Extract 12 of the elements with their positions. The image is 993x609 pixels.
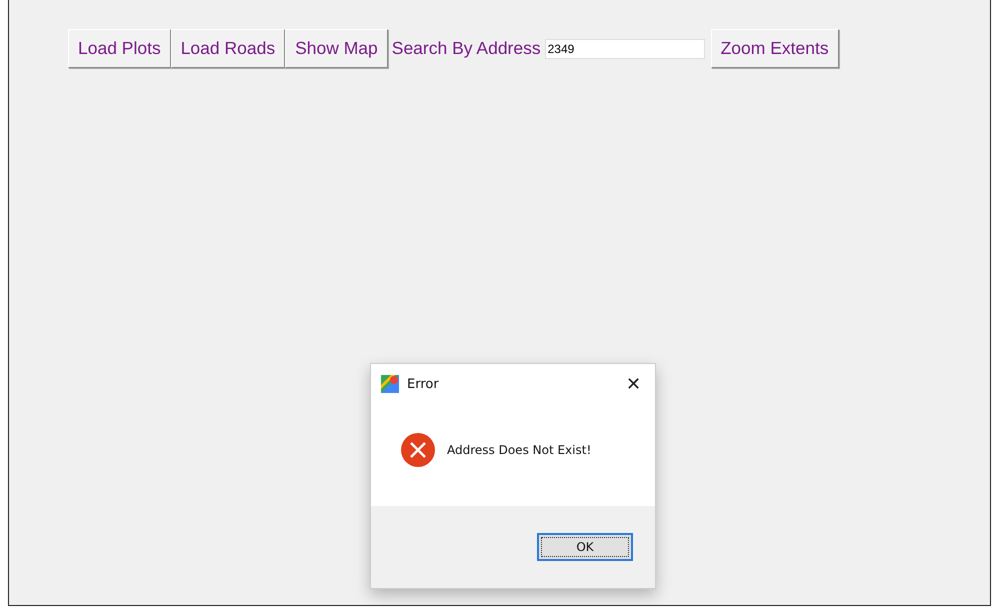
- toolbar-button[interactable]: Load Roads: [170, 29, 286, 68]
- toolbar-button[interactable]: Show Map: [285, 29, 388, 68]
- dialog-title: Error: [407, 376, 440, 392]
- error-icon: [401, 433, 435, 467]
- toolbar-button[interactable]: Load Plots: [68, 29, 171, 68]
- error-message: Address Does Not Exist!: [447, 443, 592, 457]
- toolbar-button[interactable]: Zoom Extents: [710, 29, 839, 68]
- close-icon[interactable]: ✕: [622, 373, 645, 395]
- search-label: Search By Address: [392, 38, 541, 59]
- map-icon: [381, 375, 399, 393]
- search-field[interactable]: 2349: [544, 38, 705, 58]
- ok-button[interactable]: OK: [537, 533, 633, 561]
